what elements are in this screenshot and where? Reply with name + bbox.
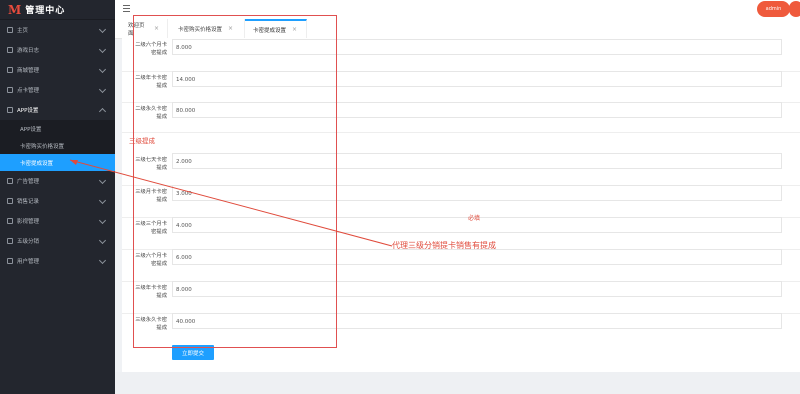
commission-input[interactable]: 14.000 [172,71,782,87]
field-label: 二级年卡卡密提成 [135,75,167,89]
logo-bar: M 管理中心 [0,0,115,20]
sidebar-item-distribution[interactable]: 五级分销 [0,231,115,251]
sidebar-item-card[interactable]: 点卡管理 [0,80,115,100]
submenu-item-card-commission[interactable]: 卡密提成设置 [0,154,115,171]
chevron-down-icon [98,45,107,53]
commission-input[interactable]: 2.000 [172,153,782,169]
submit-button[interactable]: 立即提交 [172,345,214,360]
ad-icon [7,178,13,184]
tab-card-price[interactable]: 卡密购买价格设置 × [170,19,245,38]
menu-toggle-icon[interactable] [123,5,130,14]
app-settings-submenu: APP设置 卡密购买价格设置 卡密提成设置 [0,120,115,171]
tab-welcome[interactable]: 欢迎页面 × [120,19,168,38]
field-label: 二级六个月卡密提成 [135,42,167,56]
app-title: 管理中心 [25,6,66,16]
chevron-down-icon [98,85,107,93]
form-row: 二级六个月卡密提成 8.000 [122,38,800,72]
home-icon [7,27,13,33]
sidebar-item-home[interactable]: 主页 [0,20,115,40]
commission-input[interactable]: 40.000 [172,313,782,329]
main-form: 二级六个月卡密提成 8.000 二级年卡卡密提成 14.000 二级永久卡密提成… [122,38,800,372]
form-row: 二级年卡卡密提成 14.000 [122,71,800,103]
log-icon [7,47,13,53]
sidebar-item-sales[interactable]: 销售记录 [0,191,115,211]
shop-icon [7,67,13,73]
chevron-down-icon [98,236,107,244]
chevron-down-icon [98,65,107,73]
top-header: admin [115,0,800,20]
commission-input[interactable]: 3.000 [172,185,782,201]
field-label: 三级七天卡密提成 [135,157,167,171]
field-label: 三级月卡卡密提成 [135,189,167,203]
user-icon [7,258,13,264]
sidebar-item-shop[interactable]: 商城管理 [0,60,115,80]
sales-icon [7,198,13,204]
chevron-down-icon [98,25,107,33]
form-row: 三级六个月卡密提成 6.000 [122,249,800,282]
avatar[interactable] [789,1,800,17]
sidebar-item-app-settings[interactable]: APP设置 [0,100,115,120]
commission-input[interactable]: 8.000 [172,281,782,297]
video-icon [7,218,13,224]
field-label: 三级年卡卡密提成 [135,285,167,299]
chevron-down-icon [98,176,107,184]
submenu-item-app-settings[interactable]: APP设置 [0,120,115,137]
chevron-down-icon [98,216,107,224]
card-icon [7,87,13,93]
form-row: 三级月卡卡密提成 3.000 [122,185,800,218]
field-label: 三级六个月卡密提成 [135,253,167,267]
field-label: 三级永久卡密提成 [135,317,167,331]
commission-input[interactable]: 8.000 [172,39,782,55]
tab-card-commission[interactable]: 卡密提成设置 × [245,19,307,38]
sidebar-item-ads[interactable]: 广告管理 [0,171,115,191]
chevron-down-icon [98,196,107,204]
annotation-note: 代理三级分销提卡销售有提成 [392,241,496,250]
field-label: 三级三个月卡密提成 [135,221,167,235]
form-row: 三级年卡卡密提成 8.000 [122,281,800,314]
section-title: 三级提成 [129,137,155,145]
phone-icon [7,107,13,113]
logo-icon: M [8,2,21,17]
required-note: 必填 [468,215,481,222]
tab-bar: 欢迎页面 × 卡密购买价格设置 × 卡密提成设置 × [115,19,800,39]
share-icon [7,238,13,244]
chevron-up-icon [98,107,107,115]
form-row: 二级永久卡密提成 80.000 [122,102,800,133]
sidebar-item-video[interactable]: 影视管理 [0,211,115,231]
sidebar-item-users[interactable]: 用户管理 [0,251,115,271]
footer-area [115,372,800,394]
close-icon[interactable]: × [292,26,297,33]
submenu-item-card-price[interactable]: 卡密购买价格设置 [0,137,115,154]
user-menu-button[interactable]: admin [757,1,790,17]
form-row: 三级永久卡密提成 40.000 [122,313,800,343]
commission-input[interactable]: 6.000 [172,249,782,265]
sidebar-item-game-log[interactable]: 游戏日志 [0,40,115,60]
close-icon[interactable]: × [154,25,159,32]
chevron-down-icon [98,256,107,264]
close-icon[interactable]: × [228,25,233,32]
form-row: 三级七天卡密提成 2.000 [122,153,800,186]
commission-input[interactable]: 80.000 [172,102,782,118]
field-label: 二级永久卡密提成 [135,106,167,120]
sidebar: M 管理中心 主页 游戏日志 商城管理 点卡管理 APP设置 APP设置 卡密购… [0,0,115,394]
